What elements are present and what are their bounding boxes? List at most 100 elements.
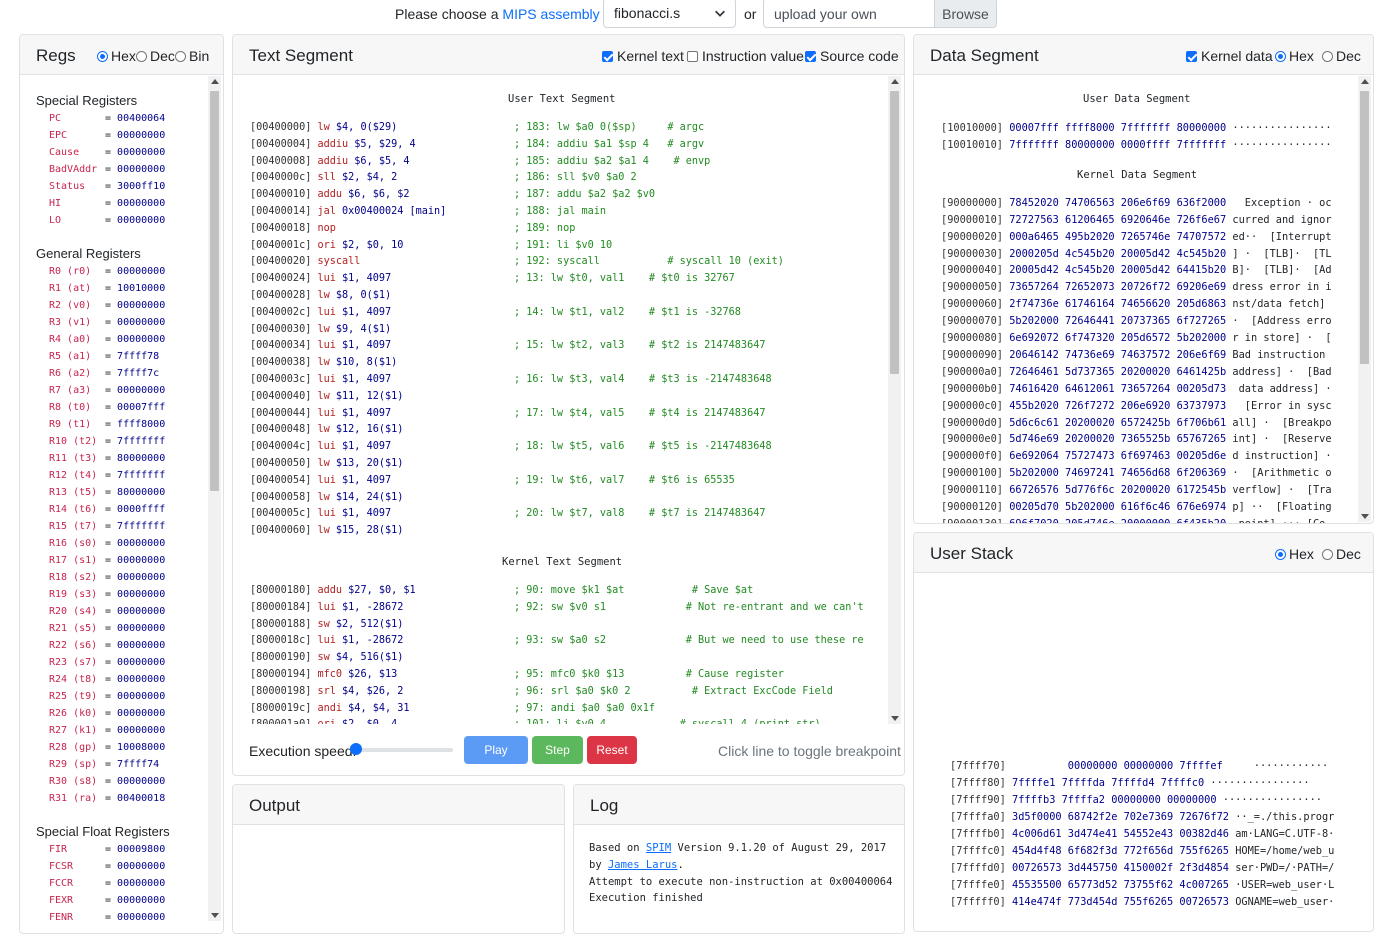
data-ascii: Exception · oc [1232, 196, 1332, 209]
register-row: R24 (t8) = 00000000 [49, 674, 165, 691]
register-name: R4 (a0) [49, 334, 92, 345]
instruction-line[interactable]: [8000019c] andi $4, $4, 31 [250, 703, 410, 720]
data-segment-scrollbar[interactable] [1358, 76, 1371, 522]
instruction-line[interactable]: [00400028] lw $8, 0($1) [250, 290, 391, 307]
register-row: FEXR = 00000000 [49, 895, 165, 912]
instruction-line[interactable]: [00400038] lw $10, 8($1) [250, 357, 397, 374]
instruction-mnemonic: lw [317, 357, 330, 369]
register-value: 00007fff [117, 402, 166, 413]
instruction-mnemonic: lw [317, 424, 330, 436]
instruction-line[interactable]: [00400048] lw $12, 16($1) [250, 424, 403, 441]
browse-button[interactable]: Browse [934, 0, 996, 27]
instruction-line[interactable]: [00400040] lw $11, 12($1) [250, 391, 403, 408]
data-address: [90000060] [941, 298, 1003, 311]
instruction-mnemonic: sw [317, 652, 330, 664]
instruction-line[interactable]: [0040003c] lui $1, 4097 [250, 374, 391, 391]
upload-field[interactable]: upload your own Browse [763, 0, 997, 28]
register-eq: = [105, 691, 118, 702]
instruction-line[interactable]: [0040005c] lui $1, 4097 [250, 508, 391, 525]
instruction-line[interactable]: [0040004c] lui $1, 4097 [250, 441, 391, 458]
james-larus-link[interactable]: James Larus [608, 859, 678, 871]
data-ascii: data address] · [1232, 382, 1332, 395]
data-dec-radio[interactable]: Dec [1322, 48, 1361, 64]
register-value: 00000000 [117, 317, 166, 328]
source-code-checkbox[interactable]: Source code [805, 48, 899, 64]
instruction-line[interactable]: [00400030] lw $9, 4($1) [250, 324, 391, 341]
data-address: [90000120] [941, 501, 1003, 513]
register-value: 3000ff10 [117, 181, 166, 192]
source-comment: ; 189: nop [514, 223, 575, 240]
instruction-line[interactable]: [0040001c] ori $2, $0, 10 [250, 240, 403, 257]
instruction-line[interactable]: [00400020] syscall [250, 256, 367, 273]
data-address: [90000010] [941, 213, 1003, 226]
register-name: R15 (t7) [49, 521, 98, 532]
instruction-line[interactable]: [00400018] nop [250, 223, 342, 240]
stack-hex-radio[interactable]: Hex [1275, 546, 1314, 562]
instruction-line[interactable]: [00400034] lui $1, 4097 [250, 340, 391, 357]
instruction-operands: $1, 4097 [342, 340, 392, 352]
register-row: R11 (t3) = 80000000 [49, 453, 165, 470]
kernel-text-checkbox[interactable]: Kernel text [602, 48, 684, 64]
data-address: [90000000] [941, 196, 1003, 209]
execution-speed-slider[interactable] [350, 743, 453, 755]
instruction-line[interactable]: [00400004] addiu $5, $29, 4 [250, 139, 416, 156]
step-button[interactable]: Step [532, 736, 583, 764]
instruction-line[interactable]: [0040000c] sll $2, $4, 2 [250, 172, 397, 189]
instruction-line[interactable]: [00400014] jal 0x00400024 [main] [250, 206, 446, 223]
instruction-line[interactable]: [00400050] lw $13, 20($1) [250, 458, 403, 475]
instruction-line[interactable]: [00400000] lw $4, 0($29) [250, 122, 397, 139]
stack-address: [7fffff0] [950, 896, 1006, 908]
instruction-line[interactable]: [8000018c] lui $1, -28672 [250, 635, 403, 652]
source-comment-text: ; 192: syscall # syscall 10 (exit) [514, 256, 784, 268]
data-address: [90000110] [941, 484, 1003, 497]
register-name: R12 (t4) [49, 470, 98, 481]
register-name: R7 (a3) [49, 385, 92, 396]
instruction-operands: $10, 8($1) [335, 357, 398, 369]
instruction-line[interactable]: [80000198] srl $4, $26, 2 [250, 686, 403, 703]
source-comment: ; 93: sw $a0 s2 # But we need to use the… [514, 635, 864, 652]
regs-dec-radio[interactable]: Dec [136, 48, 175, 64]
slider-knob[interactable] [350, 743, 362, 755]
instruction-line[interactable]: [80000194] mfc0 $26, $13 [250, 669, 397, 686]
data-hex-radio[interactable]: Hex [1275, 48, 1314, 64]
instruction-line[interactable]: [80000190] sw $4, 516($1) [250, 652, 403, 669]
data-address: [900000b0] [941, 382, 1003, 395]
register-value: 00400018 [117, 793, 166, 804]
regs-scrollbar[interactable] [208, 76, 221, 921]
kernel-data-checkbox[interactable]: Kernel data [1186, 48, 1273, 64]
prompt-text: Please choose a MIPS assembly file: [395, 6, 625, 22]
spim-link[interactable]: SPIM [646, 842, 671, 854]
instruction-line[interactable]: [80000188] sw $2, 512($1) [250, 619, 403, 636]
instruction-line[interactable]: [00400008] addiu $6, $5, 4 [250, 156, 410, 173]
data-words: 73657264 72652073 20726f72 69206e69 [1009, 281, 1227, 294]
instruction-line[interactable]: [80000180] addu $27, $0, $1 [250, 585, 416, 602]
instruction-line[interactable]: [00400024] lui $1, 4097 [250, 273, 391, 290]
data-words: 2f74736e 61746164 74656620 205d6863 [1009, 298, 1227, 311]
instruction-line[interactable]: [00400044] lui $1, 4097 [250, 408, 391, 425]
instruction-line[interactable]: [00400060] lw $15, 28($1) [250, 525, 403, 542]
text-segment-scrollbar[interactable] [888, 76, 901, 724]
source-comment-text: ; 187: addu $a2 $a2 $v0 [514, 189, 656, 201]
stack-ascii: OGNAME=web_user· [1235, 896, 1335, 908]
reset-button[interactable]: Reset [587, 736, 637, 764]
instruction-line[interactable]: [00400058] lw $14, 24($1) [250, 492, 403, 509]
instruction-line[interactable]: [00400054] lui $1, 4097 [250, 475, 391, 492]
source-comment-text: ; 90: move $k1 $at # Save $at [514, 585, 754, 596]
regs-bin-radio[interactable]: Bin [175, 48, 209, 64]
instruction-line[interactable]: [00400010] addu $6, $6, $2 [250, 189, 410, 206]
instruction-mnemonic: ori [317, 719, 335, 724]
instruction-line[interactable]: [0040002c] lui $1, 4097 [250, 307, 391, 324]
regs-title: Regs [36, 46, 76, 65]
stack-dec-radio[interactable]: Dec [1322, 546, 1361, 562]
data-address: [900000d0] [941, 416, 1003, 429]
regs-hex-radio[interactable]: Hex [97, 48, 136, 64]
instruction-mnemonic: lui [317, 374, 336, 385]
instruction-line[interactable]: [80000184] lui $1, -28672 [250, 602, 403, 619]
instruction-value-checkbox[interactable]: Instruction value [687, 48, 804, 64]
play-button[interactable]: Play [464, 736, 528, 764]
data-line: [900000d0] 5d6c6c61 20200020 6572425b 6f… [941, 417, 1332, 434]
register-eq: = [105, 300, 118, 311]
instruction-operands: $4, 0($29) [335, 122, 398, 133]
file-select[interactable]: fibonacci.s [603, 0, 736, 28]
instruction-line[interactable]: [800001a0] ori $2, $0, 4 [250, 719, 397, 724]
